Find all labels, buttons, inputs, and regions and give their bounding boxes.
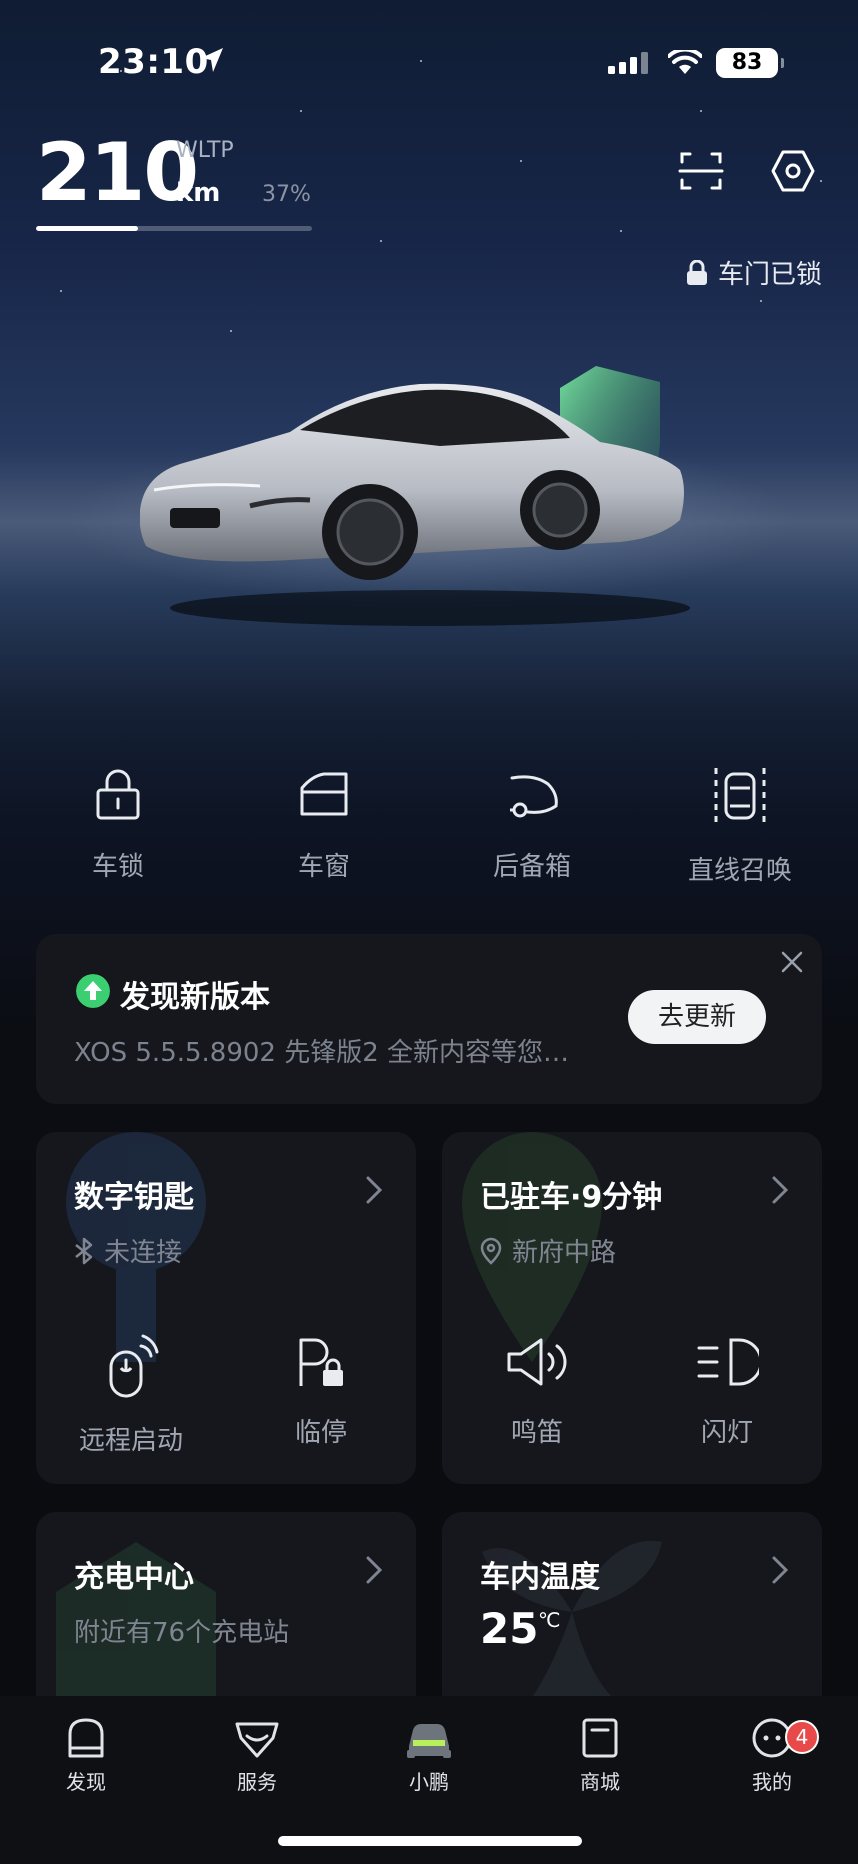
update-button[interactable]: 去更新	[628, 990, 766, 1044]
tab-xpeng[interactable]: 小鹏	[369, 1716, 489, 1795]
digital-key-status-label: 未连接	[104, 1238, 183, 1268]
range-value: 210	[36, 126, 199, 219]
tab-label: 商城	[580, 1770, 620, 1794]
battery-percent: 37%	[262, 182, 311, 207]
parking-location-label: 新府中路	[512, 1238, 617, 1268]
battery-bar-fill	[36, 226, 139, 231]
temp-park-label: 临停	[294, 1418, 347, 1448]
quick-controls: 车锁 车窗 后备箱 直线召唤	[0, 766, 858, 896]
quick-control-lock[interactable]: 车锁	[18, 766, 218, 883]
quick-control-label: 车窗	[297, 852, 350, 882]
door-lock-label: 车门已锁	[717, 260, 822, 290]
status-bar: 23:10 83	[0, 40, 858, 88]
chevron-right-icon	[366, 1176, 382, 1204]
quick-control-trunk[interactable]: 后备箱	[432, 766, 632, 883]
battery-indicator: 83	[716, 48, 784, 78]
temp-park-button[interactable]: 临停	[226, 1334, 416, 1449]
clock: 23:10	[98, 42, 209, 82]
home-indicator	[278, 1836, 582, 1846]
cellular-signal-icon	[608, 52, 648, 74]
cabin-temperature-card[interactable]: 车内温度 25 ℃	[442, 1512, 822, 1712]
temp-park-icon	[299, 1338, 343, 1386]
location-pin-icon	[480, 1237, 502, 1265]
horn-icon	[507, 1338, 567, 1386]
quick-control-label: 直线召唤	[687, 856, 792, 886]
tab-label: 发现	[66, 1770, 106, 1794]
tab-label: 服务	[237, 1770, 277, 1794]
update-description: XOS 5.5.5.8902 先锋版2 全新内容等您查看	[74, 1038, 594, 1068]
remote-start-icon	[109, 1334, 159, 1398]
cabin-temp-value: 25	[480, 1604, 539, 1653]
remote-start-label: 远程启动	[78, 1426, 183, 1456]
tab-store[interactable]: 商城	[540, 1716, 660, 1795]
vehicle-image[interactable]	[140, 360, 740, 640]
charging-subtitle: 附近有76个充电站	[74, 1618, 290, 1648]
discover-icon	[68, 1718, 104, 1758]
wifi-icon	[668, 50, 702, 74]
update-arrow-icon	[76, 974, 110, 1008]
door-lock-status: 车门已锁	[686, 254, 822, 291]
tab-discover[interactable]: 发现	[26, 1716, 146, 1795]
quick-control-label: 车锁	[91, 852, 144, 882]
location-arrow-icon	[201, 48, 223, 72]
horn-label: 鸣笛	[510, 1418, 563, 1448]
tab-label: 小鹏	[409, 1770, 449, 1794]
summon-icon	[714, 768, 766, 824]
update-card[interactable]: 发现新版本 XOS 5.5.5.8902 先锋版2 全新内容等您查看 去更新	[36, 934, 822, 1104]
lock-icon	[686, 259, 707, 285]
quick-control-summon[interactable]: 直线召唤	[640, 766, 840, 887]
flash-lights-label: 闪灯	[700, 1418, 753, 1448]
digital-key-status: 未连接	[74, 1232, 182, 1269]
parking-title: 已驻车·9分钟	[480, 1180, 663, 1215]
flash-lights-button[interactable]: 闪灯	[632, 1334, 822, 1449]
close-icon[interactable]	[780, 950, 804, 974]
range-unit: km	[176, 178, 221, 208]
service-icon	[235, 1722, 279, 1758]
bluetooth-icon	[75, 1237, 93, 1264]
remote-start-button[interactable]: 远程启动	[36, 1334, 226, 1457]
store-icon	[582, 1718, 618, 1758]
chevron-right-icon	[772, 1556, 788, 1584]
charging-center-card[interactable]: 充电中心 附近有76个充电站	[36, 1512, 416, 1712]
parking-card[interactable]: 已驻车·9分钟 新府中路 鸣笛 闪灯	[442, 1132, 822, 1484]
tab-service[interactable]: 服务	[197, 1716, 317, 1795]
charging-title: 充电中心	[74, 1560, 194, 1595]
chevron-right-icon	[366, 1556, 382, 1584]
range-standard: WLTP	[176, 138, 234, 163]
window-icon	[300, 772, 348, 816]
notification-badge: 4	[785, 1720, 819, 1754]
trunk-icon	[510, 775, 558, 818]
quick-control-window[interactable]: 车窗	[224, 766, 424, 883]
car-icon	[407, 1724, 451, 1758]
tab-label: 我的	[752, 1770, 792, 1794]
cabin-temp-title: 车内温度	[480, 1560, 600, 1595]
digital-key-title: 数字钥匙	[74, 1180, 194, 1215]
quick-control-label: 后备箱	[492, 852, 571, 882]
battery-bar	[36, 226, 312, 231]
chevron-right-icon	[772, 1176, 788, 1204]
tab-profile[interactable]: 我的 4	[712, 1716, 832, 1795]
parking-location: 新府中路	[480, 1232, 616, 1269]
lock-icon	[96, 769, 140, 820]
cabin-temp-unit: ℃	[538, 1608, 561, 1632]
horn-button[interactable]: 鸣笛	[442, 1334, 632, 1449]
settings-icon[interactable]	[768, 146, 818, 196]
digital-key-card[interactable]: 数字钥匙 未连接 远程启动 临停	[36, 1132, 416, 1484]
flash-lights-icon	[697, 1338, 759, 1386]
scan-icon[interactable]	[676, 146, 726, 196]
update-title: 发现新版本	[120, 980, 270, 1015]
